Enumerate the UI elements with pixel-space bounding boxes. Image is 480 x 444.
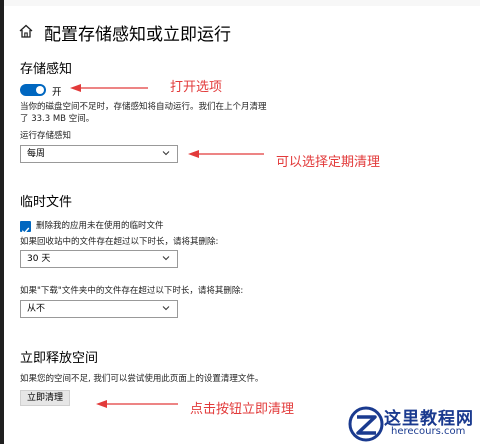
recycle-bin-duration-select[interactable]: 30 天 [20, 250, 178, 268]
storage-sense-heading: 存储感知 [20, 62, 73, 77]
run-frequency-select[interactable]: 每周 [20, 145, 178, 163]
annotation-arrow-toggle [70, 84, 148, 92]
annotation-arrow-schedule [188, 150, 264, 158]
chevron-down-icon [162, 256, 170, 261]
storage-sense-toggle[interactable] [20, 84, 46, 96]
temp-files-heading: 临时文件 [20, 195, 73, 210]
toggle-knob [36, 86, 44, 94]
watermark-logo-icon [348, 406, 384, 442]
storage-sense-description-2: 了 33.3 MB 空间。 [20, 114, 95, 124]
toggle-state-label: 开 [52, 87, 62, 98]
left-window-edge [0, 0, 4, 444]
window-top-strip [0, 0, 480, 6]
annotation-button-note: 点击按钮立即清理 [190, 402, 295, 417]
recycle-bin-label: 如果回收站中的文件存在超过以下时长，请将其删除: [20, 237, 219, 247]
run-frequency-value: 每周 [27, 149, 46, 159]
downloads-duration-value: 从不 [27, 304, 46, 314]
clean-now-button[interactable]: 立即清理 [20, 390, 70, 406]
downloads-label: 如果"下载"文件夹中的文件存在超过以下时长，请将其删除: [20, 286, 244, 296]
delete-temp-files-checkbox[interactable] [20, 221, 31, 235]
downloads-duration-select[interactable]: 从不 [20, 300, 178, 318]
storage-sense-description-1: 当你的磁盘空间不足时，存储感知将自动运行。我们在上个月清理 [20, 102, 267, 112]
free-space-heading: 立即释放空间 [20, 351, 99, 366]
watermark-url: herecours.com [391, 426, 466, 437]
annotation-schedule-note: 可以选择定期清理 [276, 155, 381, 170]
annotation-toggle-note: 打开选项 [170, 80, 223, 95]
chevron-down-icon [162, 151, 170, 156]
annotation-arrow-button [96, 400, 178, 408]
delete-temp-files-label: 删除我的应用未在使用的临时文件 [36, 221, 164, 231]
free-space-description: 如果您的空间不足, 我们可以尝试使用此页面上的设置清理文件。 [20, 374, 264, 384]
chevron-down-icon [162, 306, 170, 311]
run-storage-sense-label: 运行存储感知 [20, 131, 72, 141]
checkmark-icon [21, 227, 30, 235]
page-title: 配置存储感知或立即运行 [44, 25, 231, 45]
home-icon[interactable] [18, 23, 34, 39]
recycle-bin-duration-value: 30 天 [27, 254, 51, 264]
